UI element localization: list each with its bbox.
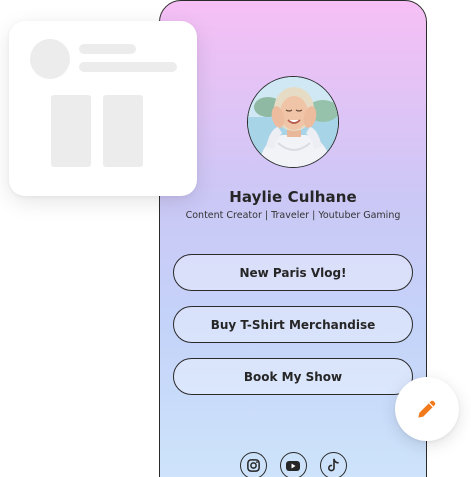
avatar <box>247 76 339 168</box>
instagram-icon[interactable] <box>239 452 267 477</box>
profile-bio: Content Creator | Traveler | Youtuber Ga… <box>185 210 401 221</box>
pencil-icon <box>418 400 436 418</box>
youtube-icon[interactable] <box>279 452 307 477</box>
edit-button[interactable] <box>395 377 459 441</box>
avatar-photo <box>248 77 338 167</box>
template-avatar-placeholder <box>30 39 70 79</box>
tiktok-icon[interactable] <box>319 452 347 477</box>
template-subtitle-placeholder <box>79 62 177 72</box>
template-column-placeholder <box>51 95 91 167</box>
stage: Haylie Culhane Content Creator | Travele… <box>0 0 471 477</box>
template-column-placeholder <box>103 95 143 167</box>
layout-template-card[interactable] <box>9 21 197 196</box>
profile-preview-card: Haylie Culhane Content Creator | Travele… <box>159 0 427 477</box>
social-links <box>160 452 426 477</box>
template-title-placeholder <box>79 44 136 54</box>
profile-name: Haylie Culhane <box>229 188 357 206</box>
link-button-paris-vlog[interactable]: New Paris Vlog! <box>173 254 413 291</box>
link-button-merchandise[interactable]: Buy T-Shirt Merchandise <box>173 306 413 343</box>
link-button-book-my-show[interactable]: Book My Show <box>173 358 413 395</box>
